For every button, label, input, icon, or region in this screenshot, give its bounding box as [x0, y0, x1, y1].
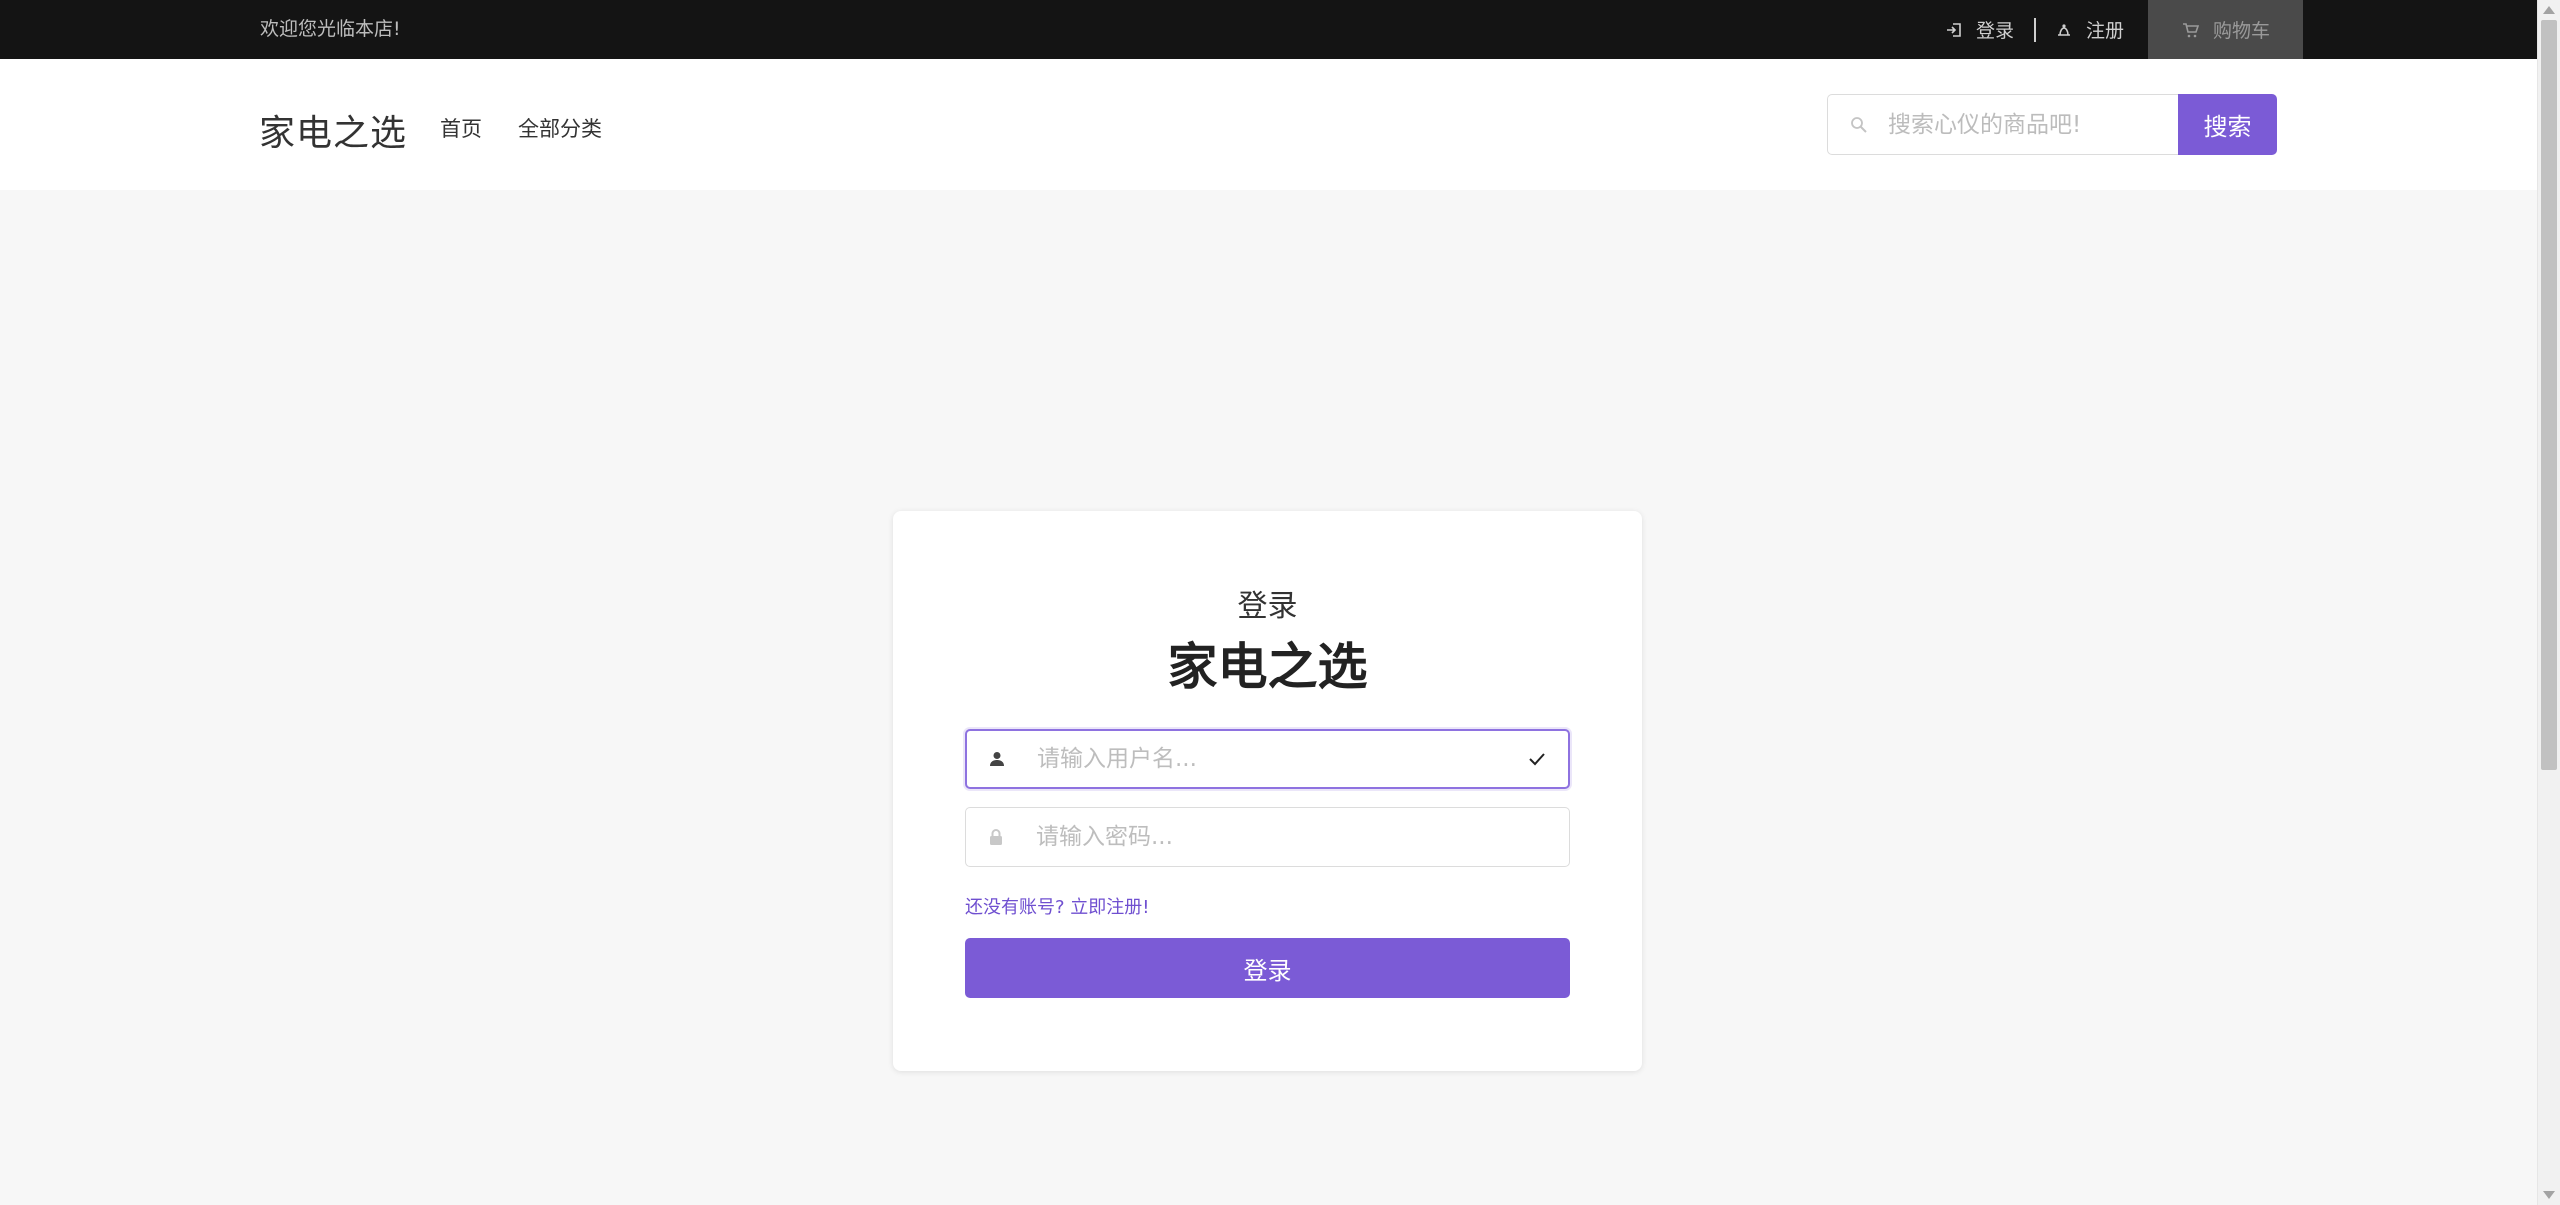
brand-logo[interactable]: 家电之选: [259, 104, 407, 156]
password-input[interactable]: [1036, 824, 1569, 850]
nav-home[interactable]: 首页: [440, 113, 482, 143]
login-subtitle: 登录: [1237, 589, 1298, 624]
login-title: 家电之选: [1167, 638, 1368, 696]
lock-icon: [986, 827, 1006, 847]
top-bar: 欢迎您光临本店! 登录 注册 购物车: [0, 0, 2537, 59]
top-login-link[interactable]: 登录: [1944, 0, 2014, 59]
main-nav: 首页 全部分类: [440, 113, 638, 143]
top-bar-actions: 登录 注册 购物车: [1944, 0, 2303, 59]
search-button[interactable]: 搜索: [2178, 94, 2277, 155]
check-icon: [1526, 748, 1548, 770]
top-bar-divider: [2033, 17, 2036, 42]
scroll-down-icon[interactable]: [2543, 1191, 2555, 1199]
login-icon: [1944, 20, 1964, 40]
username-field: [965, 729, 1570, 789]
cart-button[interactable]: 购物车: [2148, 0, 2303, 59]
login-card: 登录 家电之选 还没有账号? 立即注册! 登录: [893, 511, 1642, 1071]
search-icon: [1848, 114, 1870, 136]
cart-icon: [2181, 20, 2201, 40]
register-icon: [2054, 20, 2074, 40]
search-input[interactable]: [1888, 111, 2158, 138]
nav-all-categories[interactable]: 全部分类: [518, 113, 602, 143]
login-submit-button[interactable]: 登录: [965, 938, 1570, 998]
welcome-text: 欢迎您光临本店!: [260, 18, 401, 40]
cart-label: 购物车: [2212, 20, 2270, 42]
scroll-up-icon[interactable]: [2543, 6, 2555, 14]
search-bar: 搜索: [1827, 94, 2277, 155]
page-scrollbar[interactable]: [2537, 0, 2560, 1205]
scrollbar-thumb[interactable]: [2541, 20, 2557, 770]
top-login-label: 登录: [1975, 20, 2014, 42]
password-field: [965, 807, 1570, 867]
search-box: [1827, 94, 2178, 155]
user-icon: [987, 749, 1007, 769]
register-link[interactable]: 还没有账号? 立即注册!: [965, 893, 1150, 919]
top-register-link[interactable]: 注册: [2054, 0, 2124, 59]
top-register-label: 注册: [2085, 20, 2124, 42]
site-header: 家电之选 首页 全部分类 搜索: [0, 59, 2537, 190]
username-input[interactable]: [1037, 746, 1526, 772]
